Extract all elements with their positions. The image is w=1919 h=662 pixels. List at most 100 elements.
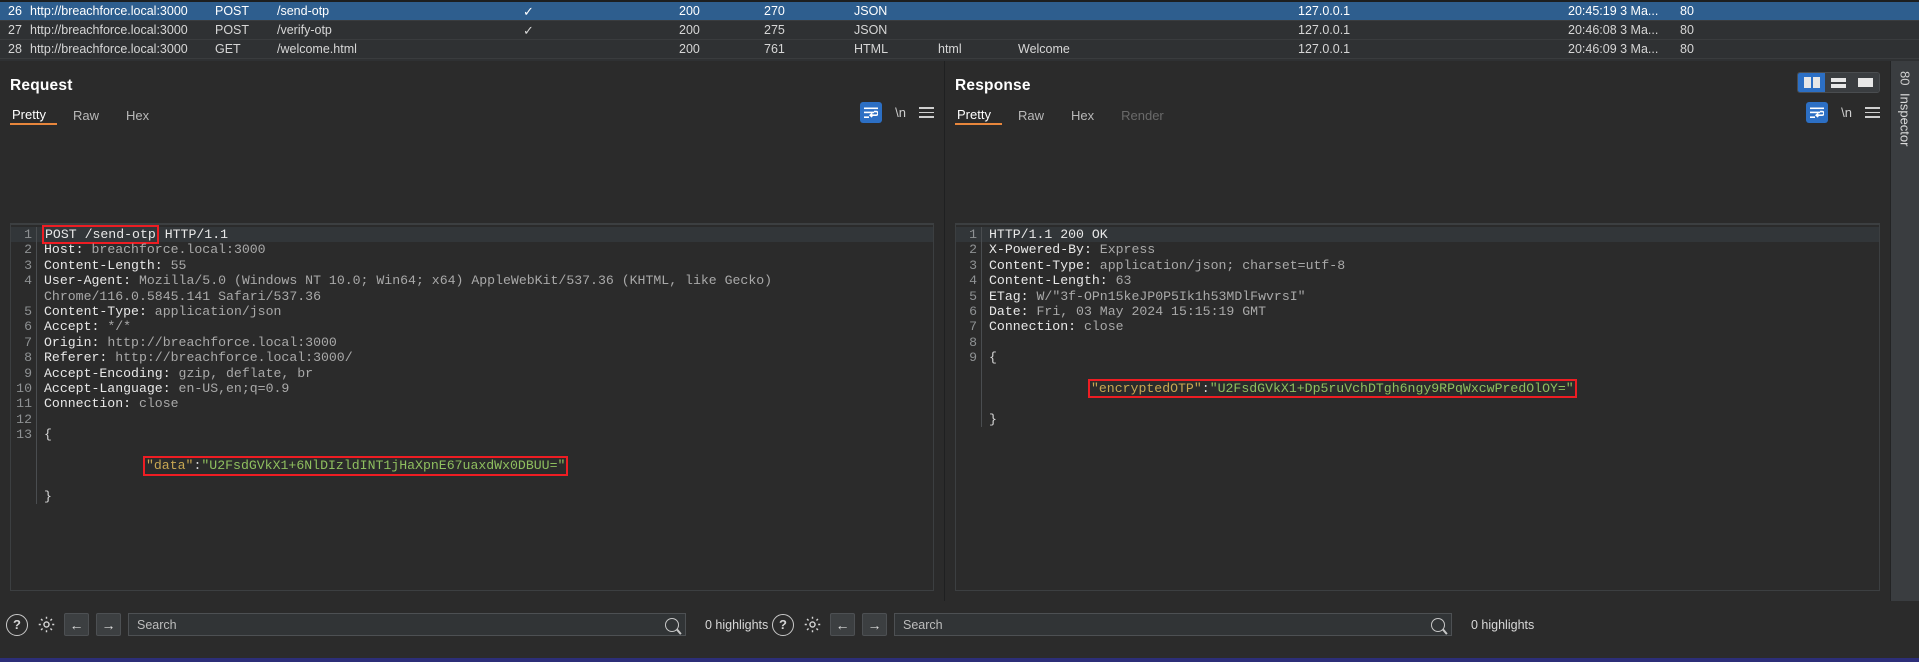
line-number: 3 — [956, 257, 982, 274]
row-status: 200 — [679, 41, 700, 56]
json-value: "U2FsdGVkX1+6NlDIzldINT1jHaXpnE67uaxdWx0… — [201, 458, 566, 474]
row-host: http://breachforce.local:3000 — [30, 22, 188, 37]
search-icon[interactable] — [665, 617, 679, 632]
line-number: 8 — [956, 334, 982, 351]
taskbar-strip — [0, 658, 1919, 662]
row-mime: JSON — [854, 22, 888, 37]
line-number: 1 — [956, 227, 982, 243]
right-sidebar: 80 Inspector — [1890, 61, 1919, 601]
tab-raw[interactable]: Raw — [1016, 108, 1055, 125]
highlighted-request-body: "data":"U2FsdGVkX1+6NlDIzldINT1jHaXpnE67… — [142, 456, 569, 476]
response-footer-bar: ? ← → 0 highlights — [772, 613, 1534, 636]
code-line: 3 Content-Length: 55 — [11, 257, 933, 274]
search-box[interactable] — [128, 613, 686, 636]
tab-render: Render — [1121, 107, 1164, 123]
header-value: breachforce.local:3000 — [83, 242, 266, 258]
request-response-split: Request Pretty Raw Hex \n 1 POST /send-o… — [0, 61, 1890, 601]
status-line: HTTP/1.1 200 OK — [989, 227, 1108, 242]
code-line: 4 Content-Length: 63 — [956, 273, 1879, 289]
code-line: 4 User-Agent: Mozilla/5.0 (Windows NT 10… — [11, 273, 933, 305]
tab-pretty[interactable]: Pretty — [955, 107, 1002, 125]
table-row[interactable]: 27 http://breachforce.local:3000 POST /v… — [0, 21, 1919, 40]
header-name: Accept-Encoding: — [44, 365, 171, 381]
row-number: 26 — [8, 3, 22, 18]
code-line: 6 Date: Fri, 03 May 2024 15:15:19 GMT — [956, 304, 1879, 320]
gear-icon[interactable] — [801, 614, 823, 636]
line-number: 12 — [11, 411, 37, 428]
single-pane-layout-button[interactable] — [1852, 73, 1879, 92]
request-view-tabs[interactable]: Pretty Raw Hex \n — [0, 102, 944, 128]
two-row-layout-button[interactable] — [1825, 73, 1852, 92]
word-wrap-icon[interactable] — [1806, 102, 1829, 123]
row-port: 80 — [1680, 22, 1694, 37]
json-colon: : — [1201, 381, 1210, 397]
back-button[interactable]: ← — [830, 613, 855, 636]
word-wrap-icon[interactable] — [860, 102, 883, 123]
line-number: 11 — [11, 396, 37, 412]
response-editor[interactable]: 1 HTTP/1.1 200 OK 2 X-Powered-By: Expres… — [955, 223, 1880, 591]
highlights-count: 0 highlights — [1471, 617, 1535, 632]
line-number: 13 — [11, 427, 37, 443]
code-line: } — [11, 488, 933, 505]
row-status: 200 — [679, 3, 700, 18]
header-value: gzip, deflate, br — [170, 365, 314, 381]
json-open-brace: { — [44, 427, 52, 443]
row-status: 200 — [679, 22, 700, 37]
newline-icon[interactable]: \n — [895, 105, 906, 120]
help-icon[interactable]: ? — [772, 613, 794, 636]
header-name: Origin: — [44, 334, 100, 350]
header-name: Accept: — [44, 319, 100, 335]
layout-toggle-group[interactable] — [1797, 72, 1880, 93]
row-ip: 127.0.0.1 — [1298, 3, 1351, 18]
table-row[interactable]: 26 http://breachforce.local:3000 POST /s… — [0, 2, 1919, 21]
forward-button[interactable]: → — [96, 613, 121, 636]
row-extension: html — [938, 41, 962, 56]
tab-hex[interactable]: Hex — [1069, 108, 1105, 125]
search-input[interactable] — [135, 616, 661, 633]
code-line: 11 Connection: close — [11, 396, 933, 412]
sidebar-item-inspector[interactable]: Inspector — [1898, 93, 1913, 146]
request-panel-title: Request — [10, 77, 73, 94]
json-close-brace: } — [44, 488, 52, 504]
row-number: 28 — [8, 41, 22, 56]
code-line: 6 Accept: */* — [11, 319, 933, 335]
code-line: 7 Origin: http://breachforce.local:3000 — [11, 334, 933, 351]
gear-icon[interactable] — [35, 614, 57, 636]
json-open-brace: { — [989, 350, 997, 366]
line-number: 8 — [11, 350, 37, 366]
forward-button[interactable]: → — [862, 613, 887, 636]
table-row[interactable]: 28 http://breachforce.local:3000 GET /we… — [0, 40, 1919, 59]
search-icon[interactable] — [1431, 617, 1445, 632]
back-button[interactable]: ← — [64, 613, 89, 636]
tab-hex[interactable]: Hex — [124, 108, 160, 125]
row-url: /send-otp — [277, 3, 330, 18]
code-line: 8 — [956, 334, 1879, 351]
request-editor[interactable]: 1 POST /send-otp HTTP/1.1 2 Host: breach… — [10, 223, 934, 591]
row-port: 80 — [1680, 3, 1694, 18]
header-name: X-Powered-By: — [989, 242, 1092, 258]
hamburger-menu-icon[interactable] — [1865, 107, 1880, 118]
newline-icon[interactable]: \n — [1841, 105, 1852, 120]
tab-raw[interactable]: Raw — [71, 108, 110, 125]
header-name: Content-Length: — [44, 257, 163, 273]
code-line: 9 Accept-Encoding: gzip, deflate, br — [11, 365, 933, 382]
tab-pretty[interactable]: Pretty — [10, 107, 57, 125]
header-name: User-Agent: — [44, 273, 132, 289]
two-column-layout-button[interactable] — [1798, 73, 1825, 92]
row-url: /welcome.html — [277, 41, 357, 56]
help-icon[interactable]: ? — [6, 613, 28, 636]
header-name: Date: — [989, 304, 1029, 320]
json-key: "data" — [145, 458, 194, 474]
row-method: POST — [215, 22, 250, 37]
highlighted-request-line: POST /send-otp — [42, 225, 159, 245]
response-view-tabs[interactable]: Pretty Raw Hex Render \n — [945, 102, 1890, 128]
row-mime: HTML — [854, 41, 889, 56]
code-line: 5 Content-Type: application/json — [11, 304, 933, 320]
code-line: 1 HTTP/1.1 200 OK — [956, 227, 1879, 243]
search-box[interactable] — [894, 613, 1452, 636]
search-input[interactable] — [901, 616, 1427, 633]
json-body-line: "encryptedOTP":"U2FsdGVkX1+Dp5ruVchDTgh6… — [956, 365, 1879, 412]
line-number: 9 — [11, 365, 37, 382]
hamburger-menu-icon[interactable] — [919, 107, 934, 118]
proxy-history-table[interactable]: 26 http://breachforce.local:3000 POST /s… — [0, 0, 1919, 61]
